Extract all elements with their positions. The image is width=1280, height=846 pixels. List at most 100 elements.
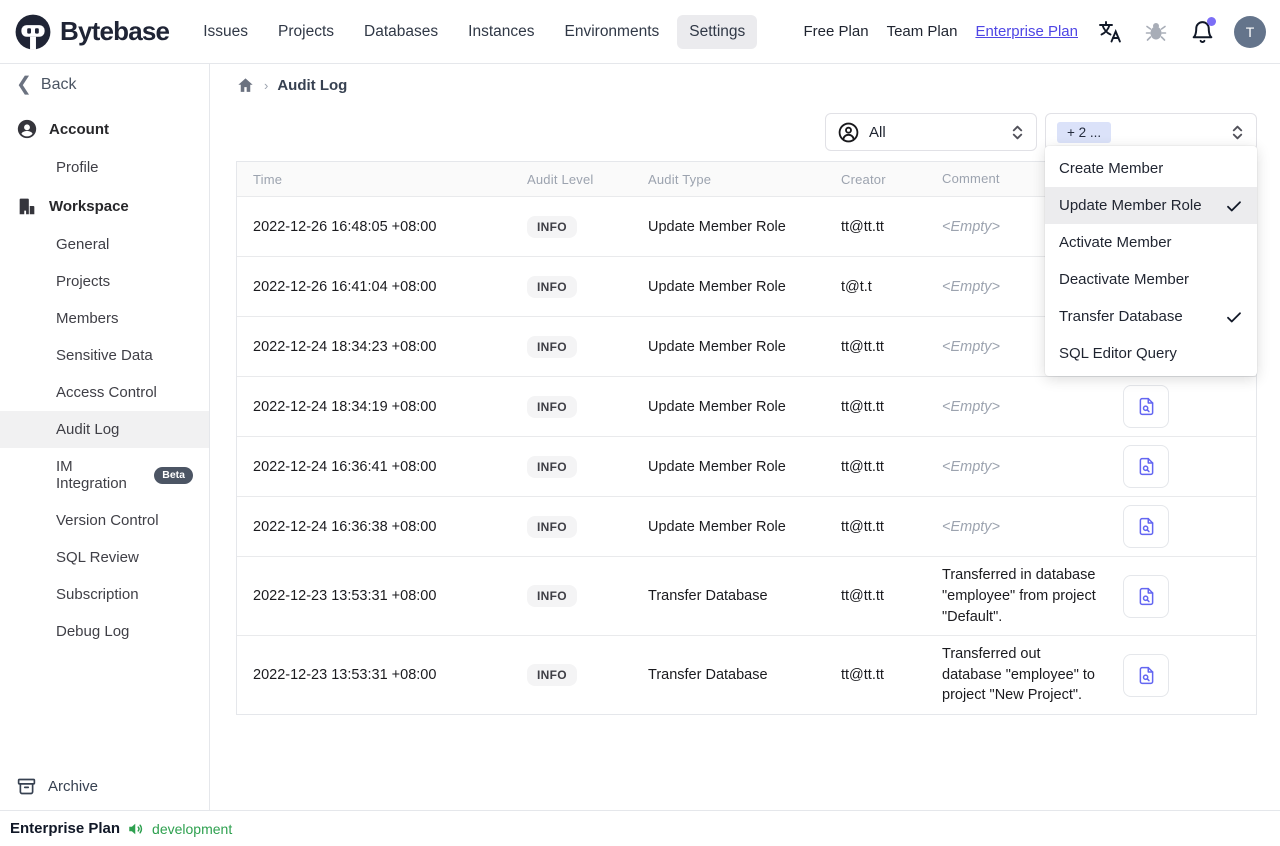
- cell-type: Update Member Role: [648, 458, 786, 475]
- footer-environment-label: development: [152, 820, 233, 837]
- view-detail-button[interactable]: [1123, 445, 1169, 489]
- cell-type: Update Member Role: [648, 338, 786, 355]
- cell-type: Transfer Database: [648, 667, 768, 684]
- sidebar-item-profile[interactable]: Profile: [0, 149, 209, 186]
- column-header-audit-level: Audit Level: [527, 171, 594, 187]
- bug-report-icon[interactable]: [1142, 18, 1170, 46]
- sidebar-item-sql-review[interactable]: SQL Review: [0, 539, 209, 576]
- nav-item-issues[interactable]: Issues: [191, 15, 260, 49]
- menu-item-deactivate-member[interactable]: Deactivate Member: [1045, 261, 1257, 298]
- level-badge: INFO: [527, 335, 577, 358]
- sidebar-item-general[interactable]: General: [0, 226, 209, 263]
- menu-item-label: SQL Editor Query: [1059, 345, 1177, 362]
- audit-type-dropdown-menu: Create Member Update Member Role Activat…: [1045, 146, 1257, 376]
- notification-dot: [1207, 16, 1216, 26]
- cell-type: Transfer Database: [648, 588, 768, 605]
- table-row: 2022-12-23 13:53:31 +08:00 INFO Transfer…: [237, 556, 1256, 636]
- level-badge: INFO: [527, 395, 577, 418]
- cell-level: INFO: [511, 656, 632, 694]
- sidebar-item-debug-log[interactable]: Debug Log: [0, 613, 209, 650]
- archive-button[interactable]: Archive: [0, 765, 209, 810]
- menu-item-label: Activate Member: [1059, 234, 1172, 251]
- bytebase-logo[interactable]: Bytebase: [14, 13, 170, 51]
- table-row: 2022-12-23 13:53:31 +08:00 INFO Transfer…: [237, 635, 1256, 714]
- menu-item-label: Update Member Role: [1059, 197, 1202, 214]
- notifications-bell-icon[interactable]: [1188, 16, 1216, 46]
- select-caret-icon: [1010, 124, 1025, 141]
- main-content: › Audit Log All + 2 ... Create Member Up…: [210, 64, 1280, 810]
- menu-item-label: Deactivate Member: [1059, 271, 1190, 288]
- enterprise-plan-link[interactable]: Enterprise Plan: [975, 23, 1078, 40]
- person-circle-icon: [837, 121, 860, 144]
- sidebar-item-label: Projects: [56, 273, 111, 290]
- cell-level: INFO: [511, 388, 632, 426]
- cell-time: 2022-12-24 16:36:41 +08:00: [253, 458, 437, 475]
- cell-creator: tt@tt.tt: [841, 218, 884, 235]
- cell-type: Update Member Role: [648, 278, 786, 295]
- nav-item-databases[interactable]: Databases: [352, 15, 450, 49]
- sidebar-item-label: Audit Log: [56, 421, 120, 438]
- cell-type: Update Member Role: [648, 218, 786, 235]
- creator-filter-select[interactable]: All: [825, 113, 1037, 151]
- cell-action: [1107, 437, 1256, 496]
- sidebar-item-members[interactable]: Members: [0, 300, 209, 337]
- sidebar-item-audit-log[interactable]: Audit Log: [0, 411, 209, 448]
- breadcrumb-current: Audit Log: [277, 76, 348, 94]
- cell-time: 2022-12-24 18:34:23 +08:00: [253, 338, 437, 355]
- level-badge: INFO: [527, 664, 577, 687]
- home-icon[interactable]: [236, 76, 255, 95]
- sidebar-nav: Account Profile Workspace General Projec…: [0, 109, 209, 650]
- sidebar-section-workspace: Workspace: [0, 186, 209, 226]
- checkmark-icon: [1225, 308, 1243, 326]
- topbar-right: Free Plan Team Plan Enterprise Plan T: [804, 15, 1266, 48]
- sidebar-item-sensitive-data[interactable]: Sensitive Data: [0, 337, 209, 374]
- back-button[interactable]: ❮ Back: [0, 64, 209, 103]
- audit-log-content: All + 2 ... Create Member Update Member …: [210, 104, 1280, 715]
- view-detail-button[interactable]: [1123, 505, 1169, 549]
- view-detail-button[interactable]: [1123, 385, 1169, 429]
- breadcrumb-chevron-icon: ›: [264, 77, 269, 93]
- free-plan-link[interactable]: Free Plan: [804, 23, 869, 40]
- sidebar-item-version-control[interactable]: Version Control: [0, 502, 209, 539]
- translate-icon[interactable]: [1096, 18, 1124, 46]
- menu-item-activate-member[interactable]: Activate Member: [1045, 224, 1257, 261]
- column-header-creator: Creator: [841, 171, 886, 187]
- bottom-status-bar: Enterprise Plan development: [0, 810, 1280, 846]
- bytebase-logo-icon: [14, 13, 52, 51]
- nav-item-environments[interactable]: Environments: [553, 15, 672, 49]
- column-header-time: Time: [253, 171, 283, 187]
- cell-creator: tt@tt.tt: [841, 667, 884, 684]
- cell-creator: tt@tt.tt: [841, 588, 884, 605]
- sidebar-item-access-control[interactable]: Access Control: [0, 374, 209, 411]
- menu-item-create-member[interactable]: Create Member: [1045, 150, 1257, 187]
- level-badge: INFO: [527, 515, 577, 538]
- audit-type-filter-tag: + 2 ...: [1057, 121, 1112, 143]
- menu-item-update-member-role[interactable]: Update Member Role: [1045, 187, 1257, 224]
- sidebar-item-label: Debug Log: [56, 623, 130, 640]
- cell-level: INFO: [511, 508, 632, 546]
- nav-item-projects[interactable]: Projects: [266, 15, 346, 49]
- user-icon: [16, 118, 38, 140]
- view-detail-button[interactable]: [1123, 653, 1169, 697]
- menu-item-sql-editor-query[interactable]: SQL Editor Query: [1045, 335, 1257, 372]
- view-detail-button[interactable]: [1123, 574, 1169, 618]
- sidebar-item-label: IM Integration: [56, 458, 127, 492]
- cell-time: 2022-12-23 13:53:31 +08:00: [253, 588, 437, 605]
- cell-level: INFO: [511, 208, 632, 246]
- nav-item-instances[interactable]: Instances: [456, 15, 546, 49]
- user-avatar[interactable]: T: [1234, 15, 1266, 48]
- sidebar-item-subscription[interactable]: Subscription: [0, 576, 209, 613]
- building-icon: [16, 195, 38, 217]
- nav-item-settings[interactable]: Settings: [677, 14, 758, 49]
- sidebar-section-label: Account: [49, 120, 109, 138]
- sidebar-item-label: SQL Review: [56, 549, 139, 566]
- sidebar-item-im-integration[interactable]: IM Integration Beta: [0, 448, 209, 502]
- team-plan-link[interactable]: Team Plan: [887, 23, 958, 40]
- level-badge: INFO: [527, 275, 577, 298]
- app-root: Bytebase Issues Projects Databases Insta…: [0, 0, 1280, 846]
- menu-item-transfer-database[interactable]: Transfer Database: [1045, 298, 1257, 335]
- cell-action: [1107, 646, 1256, 705]
- table-row: 2022-12-24 16:36:38 +08:00 INFO Update M…: [237, 496, 1256, 557]
- sidebar-item-projects[interactable]: Projects: [0, 263, 209, 300]
- sidebar-section-label: Workspace: [49, 197, 129, 215]
